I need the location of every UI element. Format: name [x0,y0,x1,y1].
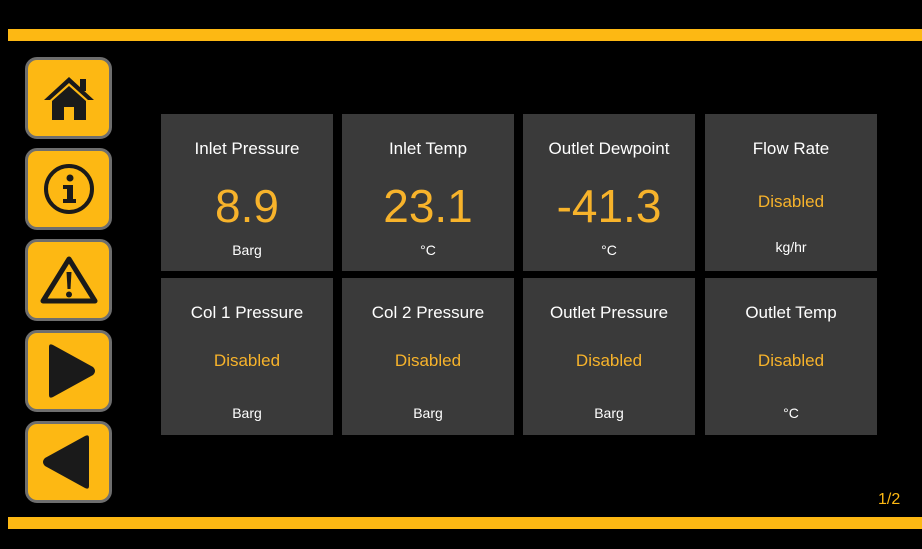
tile-unit: Barg [413,405,443,421]
info-button[interactable] [25,148,112,230]
tile-value: -41.3 [556,180,662,232]
tile-label: Col 2 Pressure [371,303,485,322]
tile-label: Outlet Dewpoint [548,139,670,158]
tile-col2-pressure[interactable]: Col 2 Pressure Disabled Barg [342,278,514,435]
alarms-button[interactable] [25,239,112,321]
tile-unit: kg/hr [775,239,807,255]
tile-outlet-pressure[interactable]: Outlet Pressure Disabled Barg [523,278,695,435]
tile-unit: °C [601,242,617,258]
next-page-button[interactable] [25,330,112,412]
tile-inlet-pressure[interactable]: Inlet Pressure 8.9 Barg [161,114,333,271]
tile-value: Disabled [757,192,825,211]
previous-page-button[interactable] [25,421,112,503]
home-icon [43,77,94,120]
warning-icon [40,256,97,304]
tile-flow-rate[interactable]: Flow Rate Disabled kg/hr [705,114,877,271]
home-button[interactable] [25,57,112,139]
tile-label: Flow Rate [752,139,830,158]
tile-col1-pressure[interactable]: Col 1 Pressure Disabled Barg [161,278,333,435]
tile-unit: Barg [232,405,262,421]
tile-value: Disabled [213,351,281,370]
info-icon [43,164,94,214]
tile-value: Disabled [394,351,462,370]
tile-label: Col 1 Pressure [190,303,304,322]
bottom-accent-bar [8,517,922,529]
top-accent-bar [8,29,922,41]
page-indicator: 1/2 [878,491,901,508]
tile-value: 8.9 [215,180,279,232]
tile-outlet-dewpoint[interactable]: Outlet Dewpoint -41.3 °C [523,114,695,271]
tile-unit: °C [783,405,799,421]
tile-inlet-temp[interactable]: Inlet Temp 23.1 °C [342,114,514,271]
tile-value: Disabled [757,351,825,370]
tile-unit: °C [420,242,436,258]
tile-value: 23.1 [383,180,473,232]
tile-unit: Barg [232,242,262,258]
tile-label: Inlet Pressure [194,139,300,158]
tile-label: Outlet Temp [745,303,837,322]
tile-outlet-temp[interactable]: Outlet Temp Disabled °C [705,278,877,435]
tile-label: Inlet Temp [388,139,468,158]
play-left-icon [42,435,89,489]
tile-label: Outlet Pressure [549,303,669,322]
play-right-icon [48,344,95,398]
tile-value: Disabled [575,351,643,370]
tile-unit: Barg [594,405,624,421]
